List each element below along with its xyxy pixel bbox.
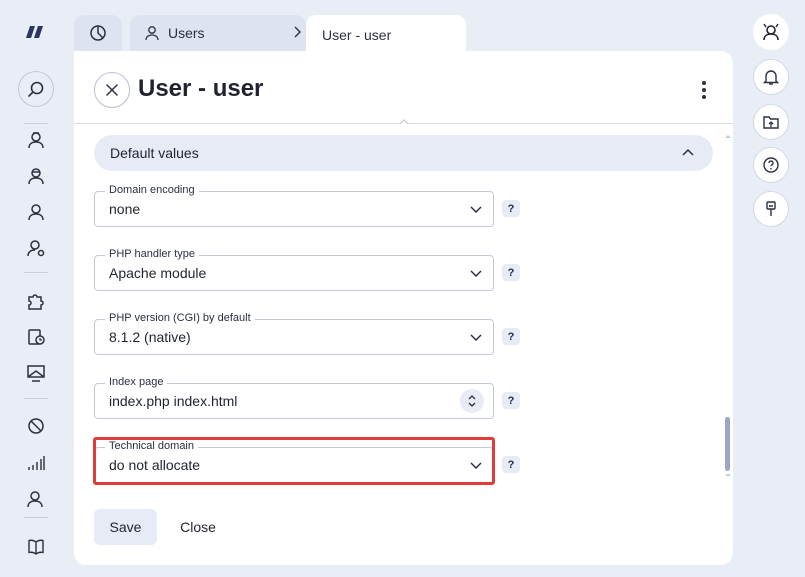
monitor-icon[interactable] [24, 361, 48, 385]
search-button[interactable] [18, 71, 54, 107]
section-title: Default values [110, 145, 199, 161]
pie-chart-icon [89, 24, 107, 42]
tab-users-label: Users [168, 25, 205, 41]
avatar[interactable] [753, 14, 789, 50]
field-value: none [109, 201, 141, 217]
page-title: User - user [138, 75, 264, 102]
domain-encoding-select[interactable]: Domain encoding none [94, 183, 494, 227]
field-label: PHP handler type [105, 247, 200, 261]
chevron-down-icon [469, 459, 483, 473]
logo-icon[interactable] [26, 24, 46, 40]
help-badge[interactable]: ? [502, 200, 520, 217]
close-icon [104, 82, 120, 98]
php-handler-type-select[interactable]: PHP handler type Apache module [94, 247, 494, 291]
help-badge[interactable]: ? [502, 456, 520, 473]
field-label: PHP version (CGI) by default [105, 311, 255, 325]
expand-collapse-icon[interactable] [460, 389, 484, 413]
help-badge[interactable]: ? [502, 328, 520, 345]
close-button[interactable]: Close [170, 509, 226, 545]
chevron-down-icon [469, 203, 483, 217]
field-value: index.php index.html [109, 393, 238, 409]
help-badge[interactable]: ? [502, 264, 520, 281]
left-sidebar [0, 0, 72, 577]
tab-active-label: User - user [322, 27, 392, 43]
history-icon[interactable] [24, 325, 48, 349]
php-version-select[interactable]: PHP version (CGI) by default 8.1.2 (nati… [94, 311, 494, 355]
help-icon [762, 156, 780, 174]
tab-dashboard[interactable] [74, 15, 122, 51]
tab-user-user[interactable]: User - user [306, 15, 466, 55]
notifications-button[interactable] [753, 59, 789, 95]
divider [24, 272, 48, 273]
stats-icon[interactable] [24, 451, 48, 475]
brush-icon [762, 200, 780, 218]
block-icon[interactable] [24, 414, 48, 438]
puzzle-icon[interactable] [24, 289, 48, 313]
field-value: Apache module [109, 265, 207, 281]
tab-users[interactable]: Users [130, 15, 306, 51]
collapse-header-icon[interactable] [398, 117, 410, 125]
bell-icon [762, 68, 780, 86]
field-value: do not allocate [109, 457, 201, 473]
user-settings-icon[interactable] [24, 236, 48, 260]
theme-button[interactable] [753, 191, 789, 227]
technical-domain-select[interactable]: Technical domain do not allocate [94, 439, 494, 483]
chevron-down-icon [469, 331, 483, 345]
index-page-input[interactable]: Index page index.php index.html [94, 375, 494, 419]
divider [24, 398, 48, 399]
field-label: Domain encoding [105, 183, 199, 197]
close-form-button[interactable] [94, 72, 130, 108]
scroll-up-icon[interactable] [724, 133, 732, 139]
user-shield-icon[interactable] [24, 487, 48, 511]
file-upload-button[interactable] [753, 104, 789, 140]
save-button[interactable]: Save [94, 509, 157, 545]
reseller-icon[interactable] [24, 164, 48, 188]
user-icon[interactable] [24, 200, 48, 224]
section-default-values[interactable]: Default values [94, 135, 713, 171]
chevron-right-icon [292, 25, 304, 39]
scrollbar-thumb[interactable] [725, 417, 730, 471]
divider [24, 517, 48, 518]
search-icon [27, 80, 45, 98]
field-value: 8.1.2 (native) [109, 329, 191, 345]
avatar-icon [761, 22, 781, 42]
divider [24, 123, 48, 124]
scroll-down-icon[interactable] [724, 473, 732, 479]
book-icon[interactable] [24, 535, 48, 559]
admin-user-icon[interactable] [24, 128, 48, 152]
user-icon [144, 25, 160, 41]
upload-folder-icon [762, 113, 780, 131]
help-button[interactable] [753, 147, 789, 183]
help-badge[interactable]: ? [502, 392, 520, 409]
field-label: Index page [105, 375, 168, 389]
field-label: Technical domain [105, 439, 198, 453]
chevron-up-icon [681, 146, 695, 158]
form-panel: User - user Default values Domain encodi… [74, 51, 733, 565]
chevron-down-icon [469, 267, 483, 281]
more-options-icon[interactable] [696, 79, 712, 101]
